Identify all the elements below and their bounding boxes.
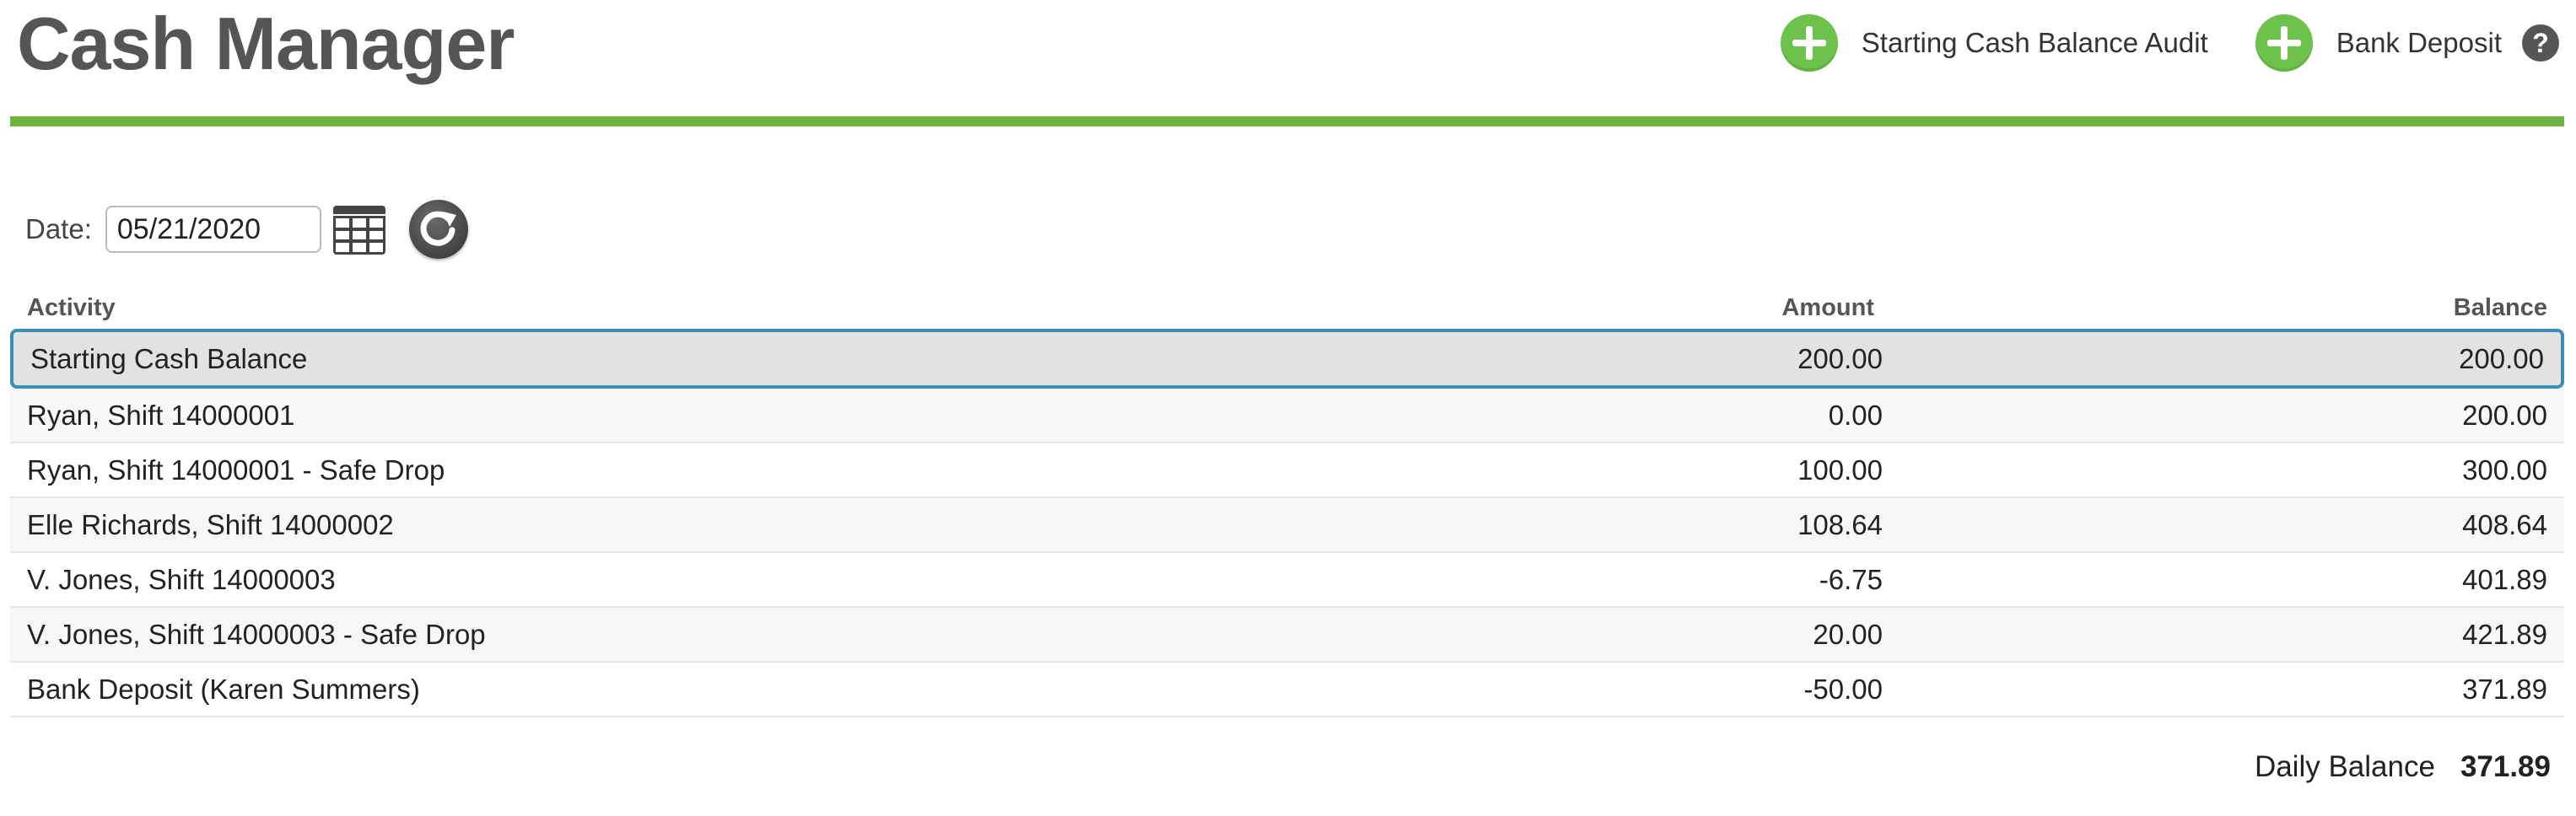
table-row[interactable]: V. Jones, Shift 14000003 -6.75 401.89 — [10, 553, 2564, 608]
balance-cell: 421.89 — [1900, 608, 2564, 663]
column-header-balance: Balance — [2453, 293, 2547, 321]
activity-cell: Elle Richards, Shift 14000002 — [10, 498, 1646, 553]
table-row[interactable]: Ryan, Shift 14000001 - Safe Drop 100.00 … — [10, 443, 2564, 498]
balance-cell: 371.89 — [1900, 663, 2564, 717]
amount-cell: 0.00 — [1646, 389, 1900, 443]
balance-cell: 300.00 — [1900, 443, 2564, 498]
activity-cell: Ryan, Shift 14000001 — [10, 389, 1646, 443]
table-row[interactable]: Bank Deposit (Karen Summers) -50.00 371.… — [10, 663, 2564, 717]
column-header-amount: Amount — [1781, 293, 1874, 321]
daily-balance-value: 371.89 — [2460, 750, 2551, 783]
table-row[interactable]: Elle Richards, Shift 14000002 108.64 408… — [10, 498, 2564, 553]
cash-activity-table: Activity Amount Balance Starting Cash Ba… — [10, 287, 2564, 717]
date-filter: Date: — [25, 196, 468, 263]
activity-cell: Ryan, Shift 14000001 - Safe Drop — [10, 443, 1646, 498]
amount-cell: -6.75 — [1646, 553, 1900, 608]
table-row[interactable]: Starting Cash Balance 200.00 200.00 — [10, 329, 2564, 389]
table-header-row: Activity Amount Balance — [10, 287, 2564, 329]
date-input[interactable] — [105, 206, 321, 253]
plus-circle-icon[interactable] — [1780, 14, 1838, 72]
balance-cell: 401.89 — [1900, 553, 2564, 608]
activity-cell: V. Jones, Shift 14000003 - Safe Drop — [10, 608, 1646, 663]
bank-deposit-label[interactable]: Bank Deposit — [2336, 27, 2502, 59]
table-row[interactable]: V. Jones, Shift 14000003 - Safe Drop 20.… — [10, 608, 2564, 663]
amount-cell: 100.00 — [1646, 443, 1900, 498]
plus-circle-icon[interactable] — [2255, 14, 2313, 72]
refresh-icon[interactable] — [408, 200, 468, 259]
amount-cell: 20.00 — [1646, 608, 1900, 663]
daily-balance-summary: Daily Balance 371.89 — [2255, 750, 2551, 784]
column-header-activity: Activity — [27, 293, 116, 321]
balance-cell: 200.00 — [1900, 329, 2564, 389]
balance-cell: 408.64 — [1900, 498, 2564, 553]
amount-cell: 200.00 — [1646, 329, 1900, 389]
starting-cash-balance-audit-label[interactable]: Starting Cash Balance Audit — [1862, 27, 2208, 59]
activity-cell: Bank Deposit (Karen Summers) — [10, 663, 1646, 717]
amount-cell: -50.00 — [1646, 663, 1900, 717]
help-icon[interactable]: ? — [2522, 24, 2559, 62]
table-row[interactable]: Ryan, Shift 14000001 0.00 200.00 — [10, 389, 2564, 443]
bank-deposit-button[interactable]: Bank Deposit — [2255, 14, 2502, 72]
activity-cell: V. Jones, Shift 14000003 — [10, 553, 1646, 608]
activity-cell: Starting Cash Balance — [10, 329, 1646, 389]
daily-balance-label: Daily Balance — [2254, 750, 2435, 783]
balance-cell: 200.00 — [1900, 389, 2564, 443]
header-actions: Starting Cash Balance Audit Bank Deposit… — [1733, 12, 2559, 74]
page-title: Cash Manager — [17, 2, 515, 85]
date-label: Date: — [25, 213, 92, 244]
starting-cash-balance-audit-button[interactable]: Starting Cash Balance Audit — [1780, 14, 2208, 72]
amount-cell: 108.64 — [1646, 498, 1900, 553]
header-divider — [10, 116, 2564, 126]
calendar-icon[interactable] — [332, 204, 385, 255]
